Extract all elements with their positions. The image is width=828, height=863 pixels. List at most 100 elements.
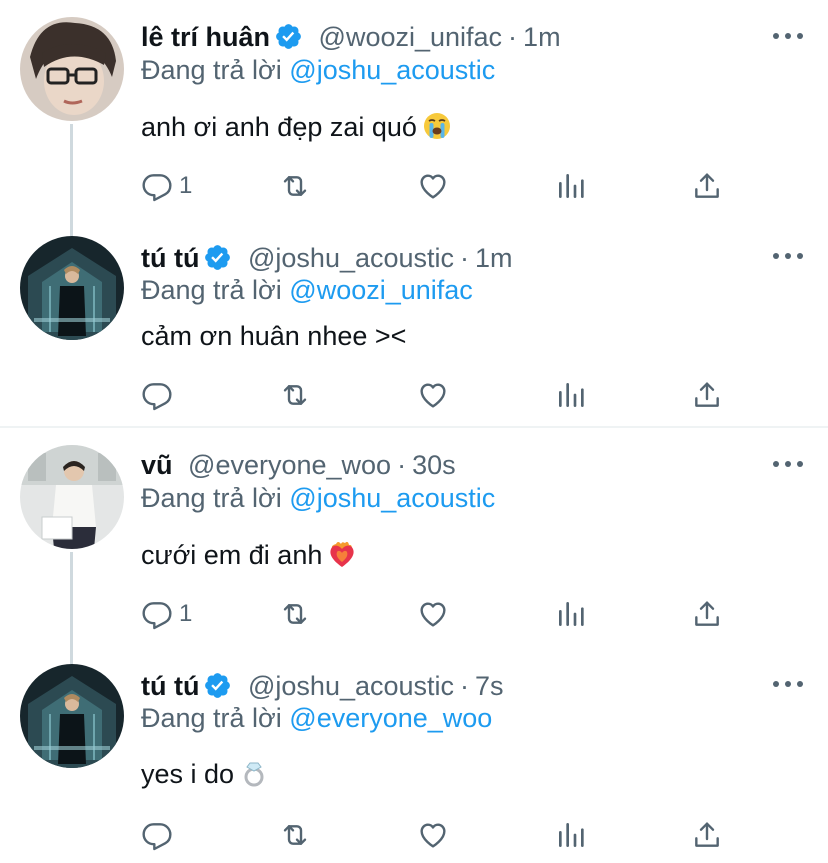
tweet[interactable]: tú tú @joshu_acoustic · 1m Đang trả lời @w… (0, 230, 828, 426)
separator-dot: · (460, 671, 470, 701)
loudly-crying-face-icon (423, 113, 450, 139)
heart-on-fire-icon (330, 541, 354, 567)
replying-prefix: Đang trả lời (141, 703, 282, 733)
views-button[interactable] (555, 815, 587, 855)
tweet-header: tú tú @joshu_acoustic · 1m (141, 240, 513, 276)
retweet-button[interactable] (279, 815, 311, 855)
retweet-icon (279, 598, 311, 630)
heart-icon (417, 819, 449, 851)
share-icon (691, 170, 723, 202)
heart-icon (417, 379, 449, 411)
tweet-text-content: anh ơi anh đẹp zai quó (141, 112, 417, 142)
verified-badge-icon (274, 22, 303, 51)
reply-button[interactable] (141, 375, 179, 415)
more-options-icon[interactable] (770, 26, 806, 46)
more-options-icon[interactable] (770, 246, 806, 266)
views-button[interactable] (555, 375, 587, 415)
tweet-text: cảm ơn huân nhee >< (141, 318, 406, 354)
action-bar (141, 375, 741, 415)
avatar[interactable] (20, 236, 124, 340)
tweet-header: tú tú @joshu_acoustic · 7s (141, 668, 504, 704)
share-button[interactable] (691, 166, 723, 206)
bar-chart-icon (555, 170, 587, 202)
timestamp[interactable]: 1m (475, 243, 513, 273)
reply-icon (141, 819, 173, 851)
avatar[interactable] (20, 445, 124, 549)
ring-icon (244, 762, 264, 787)
separator-dot: · (508, 22, 518, 52)
tweet[interactable]: vũ @everyone_woo · 30s Đang trả lời @joshu… (0, 428, 828, 658)
replying-to: Đang trả lời @joshu_acoustic (141, 480, 495, 516)
verified-badge-icon (203, 671, 232, 700)
more-options-icon[interactable] (770, 454, 806, 474)
like-button[interactable] (417, 815, 449, 855)
reply-button[interactable]: 1 (141, 594, 192, 634)
replying-to: Đang trả lời @everyone_woo (141, 700, 492, 736)
tweet-text-content: cảm ơn huân nhee >< (141, 321, 407, 351)
retweet-icon (279, 170, 311, 202)
handle[interactable]: @joshu_acoustic (248, 671, 454, 701)
mention-link[interactable]: @joshu_acoustic (289, 55, 495, 85)
avatar[interactable] (20, 664, 124, 768)
tweet-text: cưới em đi anh (141, 537, 356, 573)
replying-prefix: Đang trả lời (141, 483, 282, 513)
bar-chart-icon (555, 819, 587, 851)
tweet-text-content: cưới em đi anh (141, 540, 323, 570)
separator-dot: · (397, 450, 407, 480)
more-options-icon[interactable] (770, 674, 806, 694)
action-bar: 1 (141, 166, 741, 206)
retweet-icon (279, 819, 311, 851)
separator-dot: · (460, 243, 470, 273)
display-name[interactable]: tú tú (141, 671, 199, 701)
reply-icon (141, 170, 173, 202)
replying-prefix: Đang trả lời (141, 275, 282, 305)
share-button[interactable] (691, 375, 723, 415)
share-button[interactable] (691, 594, 723, 634)
reply-button[interactable]: 1 (141, 166, 192, 206)
display-name[interactable]: tú tú (141, 243, 199, 273)
heart-icon (417, 170, 449, 202)
views-button[interactable] (555, 166, 587, 206)
retweet-button[interactable] (279, 166, 311, 206)
tweet-text: anh ơi anh đẹp zai quó (141, 109, 451, 145)
replying-to: Đang trả lời @joshu_acoustic (141, 52, 495, 88)
handle[interactable]: @joshu_acoustic (248, 243, 454, 273)
share-button[interactable] (691, 815, 723, 855)
bar-chart-icon (555, 379, 587, 411)
handle[interactable]: @everyone_woo (188, 450, 391, 480)
reply-button[interactable] (141, 815, 179, 855)
like-button[interactable] (417, 375, 449, 415)
reply-icon (141, 379, 173, 411)
tweet-header: vũ @everyone_woo · 30s (141, 447, 456, 483)
tweet-header: lê trí huân @woozi_unifac · 1m (141, 19, 561, 55)
action-bar (141, 815, 741, 855)
action-bar: 1 (141, 594, 741, 634)
share-icon (691, 379, 723, 411)
like-button[interactable] (417, 594, 449, 634)
views-button[interactable] (555, 594, 587, 634)
mention-link[interactable]: @joshu_acoustic (289, 483, 495, 513)
avatar[interactable] (20, 17, 124, 121)
tweet[interactable]: lê trí huân @woozi_unifac · 1m Đang trả lờ… (0, 0, 828, 230)
reply-count: 1 (179, 172, 193, 199)
verified-badge-icon (203, 243, 232, 272)
reply-count: 1 (179, 600, 193, 627)
display-name[interactable]: lê trí huân (141, 22, 270, 52)
tweet-text: yes i do (141, 756, 268, 792)
bar-chart-icon (555, 598, 587, 630)
mention-link[interactable]: @everyone_woo (289, 703, 492, 733)
timestamp[interactable]: 1m (523, 22, 561, 52)
retweet-button[interactable] (279, 594, 311, 634)
timestamp[interactable]: 7s (475, 671, 504, 701)
share-icon (691, 598, 723, 630)
display-name[interactable]: vũ (141, 450, 173, 480)
tweet[interactable]: tú tú @joshu_acoustic · 7s Đang trả lời @e… (0, 658, 828, 863)
share-icon (691, 819, 723, 851)
timestamp[interactable]: 30s (412, 450, 456, 480)
mention-link[interactable]: @woozi_unifac (289, 275, 473, 305)
retweet-button[interactable] (279, 375, 311, 415)
replying-prefix: Đang trả lời (141, 55, 282, 85)
handle[interactable]: @woozi_unifac (319, 22, 503, 52)
like-button[interactable] (417, 166, 449, 206)
reply-icon (141, 598, 173, 630)
